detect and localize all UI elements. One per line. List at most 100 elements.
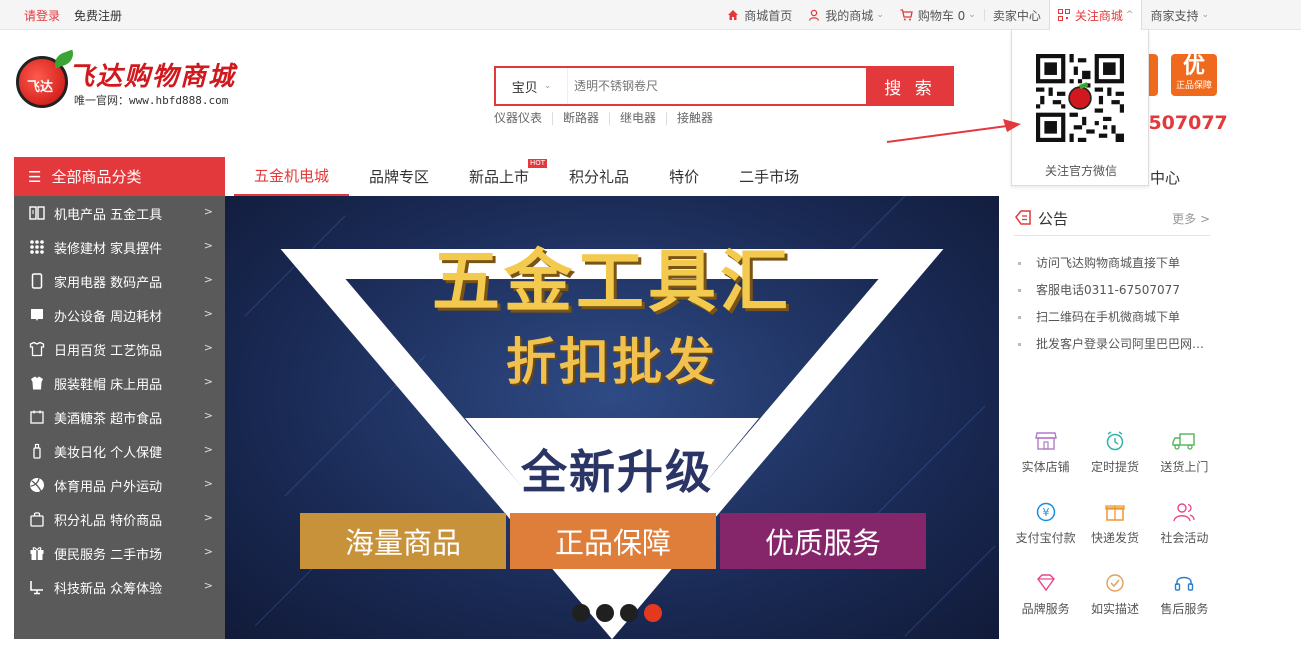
chevron-right-icon: > <box>203 545 213 558</box>
hot-keyword[interactable]: 接触器 <box>666 112 723 125</box>
banner-tagline: 全新升级 <box>521 445 713 499</box>
monitor-icon <box>28 579 46 595</box>
menu-icon: ☰ <box>28 167 42 186</box>
login-link[interactable]: 请登录 <box>24 7 60 24</box>
category-item[interactable]: 科技新品 众筹体验 > <box>14 570 225 604</box>
notice-icon <box>1014 208 1032 229</box>
site-logo[interactable]: 飞达 飞达购物商城 唯一官网：www.hbfd888.com <box>16 49 256 112</box>
nav-hardware-city[interactable]: 五金机电城 <box>234 157 350 196</box>
gift-icon <box>28 545 46 561</box>
tools-icon <box>28 205 46 221</box>
service-item[interactable]: 社会活动 <box>1150 501 1219 546</box>
category-item[interactable]: 服装鞋帽 床上用品 > <box>14 366 225 400</box>
clock-icon <box>1106 431 1124 451</box>
notice-item[interactable]: 客服电话0311-67507077 <box>1014 277 1210 304</box>
main-nav: 五金机电城 品牌专区 新品上市 HOT 积分礼品 特价 二手市场 <box>234 157 819 196</box>
topnav-follow-mall[interactable]: 关注商城 ^ <box>1048 0 1143 31</box>
category-item[interactable]: 美酒糖茶 超市食品 > <box>14 400 225 434</box>
store-icon <box>1034 432 1057 450</box>
topnav-cart[interactable]: 购物车 0 ⌄ <box>892 0 984 30</box>
category-label: 机电产品 五金工具 <box>54 207 163 223</box>
category-item[interactable]: 便民服务 二手市场 > <box>14 536 225 570</box>
logo-title: 飞达购物商城 <box>68 62 237 92</box>
search-input[interactable] <box>568 68 866 104</box>
service-item[interactable]: ¥ 支付宝付款 <box>1011 501 1080 546</box>
notice-more-link[interactable]: 更多 > <box>1172 210 1210 227</box>
logo-emblem: 飞达 <box>16 49 77 108</box>
service-item[interactable]: 品牌服务 <box>1011 572 1080 617</box>
chevron-right-icon: > <box>203 307 213 320</box>
category-label: 日用百货 工艺饰品 <box>54 343 163 359</box>
category-item[interactable]: 办公设备 周边耗材 > <box>14 298 225 332</box>
search-button[interactable]: 搜 索 <box>866 66 954 106</box>
category-item[interactable]: 积分礼品 特价商品 > <box>14 502 225 536</box>
nav-points-gifts[interactable]: 积分礼品 <box>549 157 649 196</box>
service-label: 快递发货 <box>1090 531 1139 545</box>
carousel-dot[interactable] <box>620 604 638 622</box>
category-item[interactable]: 家用电器 数码产品 > <box>14 264 225 298</box>
nav-brand-zone[interactable]: 品牌专区 <box>349 157 449 196</box>
category-label: 美酒糖茶 超市食品 <box>54 411 163 427</box>
nav-specials[interactable]: 特价 <box>649 157 719 196</box>
category-label: 科技新品 众筹体验 <box>54 581 163 597</box>
category-label: 家用电器 数码产品 <box>54 275 163 291</box>
service-item[interactable]: 快递发货 <box>1080 501 1149 546</box>
service-item[interactable]: 如实描述 <box>1080 572 1149 617</box>
category-item[interactable]: 机电产品 五金工具 > <box>14 196 225 230</box>
category-item[interactable]: 日用百货 工艺饰品 > <box>14 332 225 366</box>
topnav-seller-center[interactable]: 卖家中心 <box>985 0 1049 30</box>
promo-badge-genuine[interactable]: 优 正品保障 <box>1171 54 1217 96</box>
register-link[interactable]: 免费注册 <box>74 7 122 24</box>
topnav-my-mall[interactable]: 我的商城 ⌄ <box>800 0 892 30</box>
notice-item[interactable]: 批发客户登录公司阿里巴巴网店下单 <box>1014 331 1210 358</box>
topnav-merchant-support[interactable]: 商家支持 ⌄ <box>1142 0 1217 30</box>
nav-second-hand[interactable]: 二手市场 <box>719 157 819 196</box>
service-item[interactable]: 定时提货 <box>1080 430 1149 475</box>
all-categories-button[interactable]: ☰ 全部商品分类 <box>14 157 225 196</box>
printer-icon <box>28 307 46 323</box>
topnav-seller-center-label: 卖家中心 <box>992 8 1041 23</box>
grid-icon <box>28 239 46 255</box>
hot-keyword[interactable]: 仪器仪表 <box>494 112 552 125</box>
wechat-qrcode-image <box>1036 54 1124 142</box>
service-item[interactable]: 送货上门 <box>1150 430 1219 475</box>
top-nav: 商城首页 我的商城 ⌄ 购物车 0 ⌄ 卖家中心 关注商城 ^ 商家支持 ⌄ <box>719 0 1217 31</box>
calendar-icon <box>28 409 46 425</box>
hot-keyword[interactable]: 继电器 <box>609 112 666 125</box>
category-label: 便民服务 二手市场 <box>54 547 163 563</box>
service-item[interactable]: 售后服务 <box>1150 572 1219 617</box>
phone-icon <box>28 273 46 289</box>
topnav-home[interactable]: 商城首页 <box>719 0 800 30</box>
topnav-cart-label: 购物车 0 <box>917 8 966 23</box>
carousel-dot-active[interactable] <box>644 604 662 622</box>
banner-chip: 优质服务 <box>720 513 926 569</box>
carousel-dot[interactable] <box>572 604 590 622</box>
alipay-icon: ¥ <box>1036 502 1055 522</box>
top-bar: 请登录 免费注册 商城首页 我的商城 ⌄ 购物车 0 ⌄ 卖家中心 关注商城 ^… <box>0 0 1301 31</box>
clothes-icon <box>28 375 46 391</box>
nav-new-arrivals[interactable]: 新品上市 HOT <box>449 157 549 196</box>
chevron-right-icon: > <box>203 375 213 388</box>
category-item[interactable]: 装修建材 家具摆件 > <box>14 230 225 264</box>
notice-item[interactable]: 访问飞达购物商城直接下单 <box>1014 250 1210 277</box>
hero-banner[interactable]: 五金工具汇 折扣批发 全新升级 海量商品 正品保障 优质服务 <box>225 196 999 639</box>
hot-keywords: 仪器仪表 断路器 继电器 接触器 <box>494 112 723 125</box>
service-label: 品牌服务 <box>1021 602 1070 616</box>
category-item[interactable]: 美妆日化 个人保健 > <box>14 434 225 468</box>
topnav-merchant-support-label: 商家支持 <box>1150 8 1199 23</box>
service-item[interactable]: 实体店铺 <box>1011 430 1080 475</box>
notice-header: 公告 更多 > <box>1014 202 1210 236</box>
notice-item[interactable]: 扫二维码在手机微商城下单 <box>1014 304 1210 331</box>
logo-subtitle: 唯一官网：www.hbfd888.com <box>74 94 229 107</box>
service-label: 社会活动 <box>1160 531 1209 545</box>
wechat-qr-popup: 关注官方微信 <box>1011 30 1149 186</box>
carousel-dot[interactable] <box>596 604 614 622</box>
package-icon <box>1105 505 1125 521</box>
hot-keyword[interactable]: 断路器 <box>552 112 609 125</box>
promo-badge-big: 优 <box>1182 54 1205 79</box>
category-item[interactable]: 体育用品 户外运动 > <box>14 468 225 502</box>
category-label: 装修建材 家具摆件 <box>54 241 163 257</box>
chevron-right-icon: > <box>203 341 213 354</box>
search-scope-select[interactable]: 宝贝 ⌄ <box>496 68 568 104</box>
chevron-down-icon: ⌄ <box>968 10 976 20</box>
